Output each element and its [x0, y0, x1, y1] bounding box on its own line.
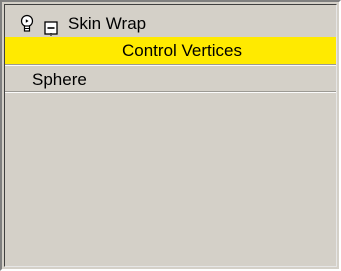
lightbulb-icon[interactable] — [19, 14, 35, 34]
stack-item-sphere[interactable]: Sphere — [5, 66, 336, 92]
divider — [5, 92, 336, 93]
modifier-stack-list[interactable]: Skin Wrap Control Vertices Sphere — [4, 4, 337, 267]
collapse-minus-icon[interactable] — [44, 17, 58, 35]
stack-item-label: Control Vertices — [122, 41, 242, 60]
stack-item-control-vertices[interactable]: Control Vertices — [5, 37, 336, 64]
stack-item-label: Sphere — [32, 70, 87, 89]
modifier-stack-panel: Skin Wrap Control Vertices Sphere — [0, 0, 341, 271]
